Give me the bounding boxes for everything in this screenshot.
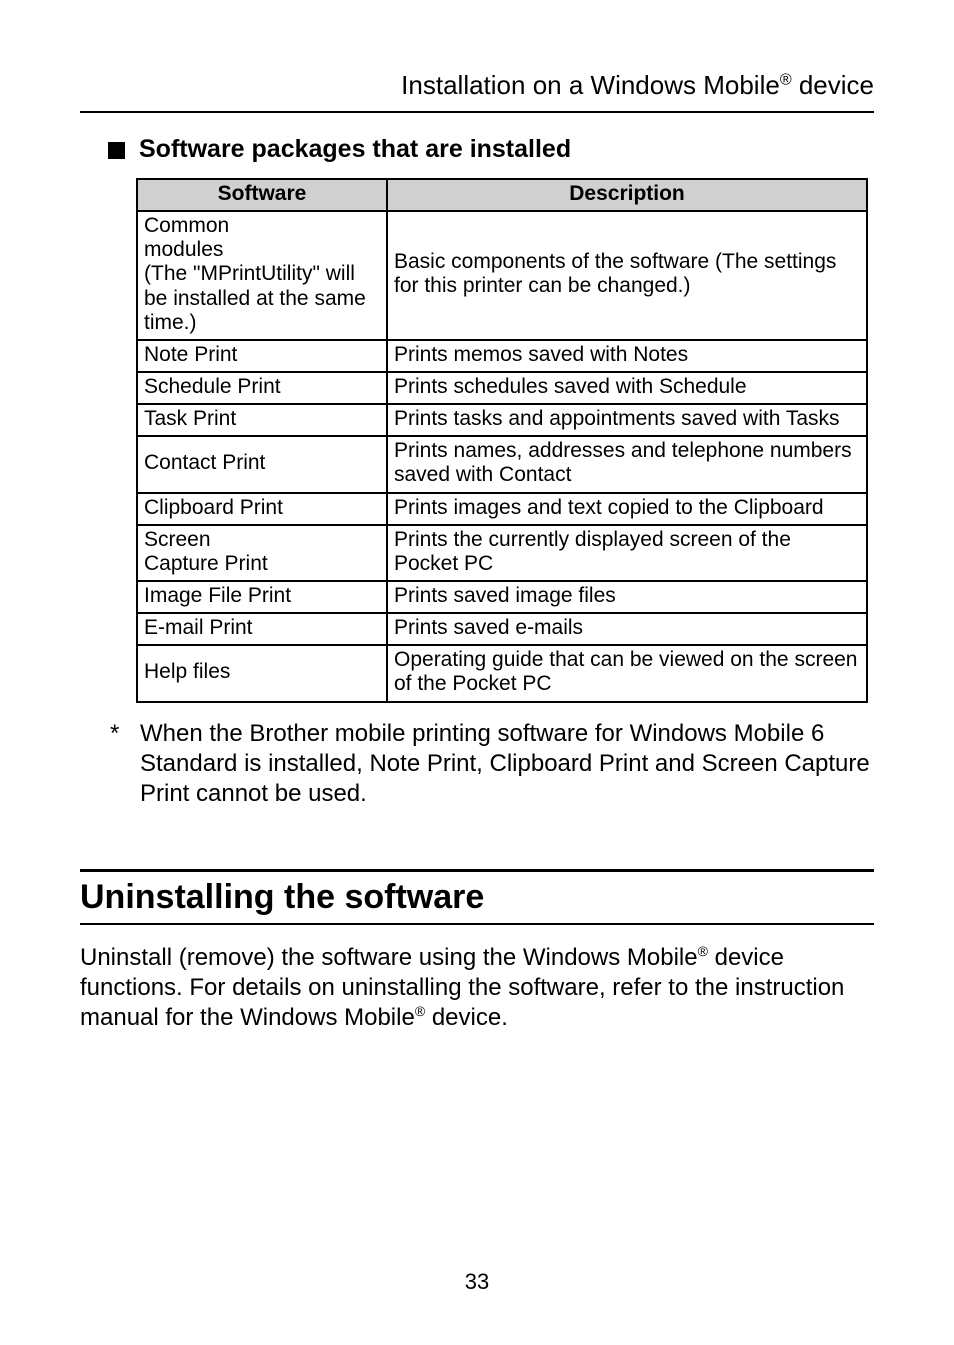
cell-software: E-mail Print (137, 613, 387, 645)
col-header-description: Description (387, 179, 867, 211)
page-container: Installation on a Windows Mobile® device… (0, 0, 954, 1345)
subheading-text: Software packages that are installed (139, 135, 571, 164)
cell-description: Prints schedules saved with Schedule (387, 372, 867, 404)
cell-software: Help files (137, 645, 387, 701)
table-row: E-mail Print Prints saved e-mails (137, 613, 867, 645)
table-row: Schedule Print Prints schedules saved wi… (137, 372, 867, 404)
cell-description: Prints names, addresses and telephone nu… (387, 436, 867, 492)
table-header-row: Software Description (137, 179, 867, 211)
subheading-row: Software packages that are installed (108, 135, 874, 164)
cell-software: Note Print (137, 340, 387, 372)
cell-software: Screen Capture Print (137, 525, 387, 581)
cell-software: Common modules (The "MPrintUtility" will… (137, 211, 387, 340)
para-part1: Uninstall (remove) the software using th… (80, 944, 698, 971)
para-sup2: ® (415, 1003, 425, 1019)
cell-description: Prints tasks and appointments saved with… (387, 404, 867, 436)
bullet-square-icon (108, 142, 125, 159)
para-sup1: ® (698, 943, 708, 959)
table-row: Image File Print Prints saved image file… (137, 581, 867, 613)
cell-software: Contact Print (137, 436, 387, 492)
cell-description: Basic components of the software (The se… (387, 211, 867, 340)
footnote: * When the Brother mobile printing softw… (110, 719, 874, 809)
cell-software: Task Print (137, 404, 387, 436)
header-sup: ® (780, 71, 792, 88)
table-row: Clipboard Print Prints images and text c… (137, 493, 867, 525)
table-row: Screen Capture Print Prints the currentl… (137, 525, 867, 581)
cell-description: Prints saved e-mails (387, 613, 867, 645)
cell-description: Prints the currently displayed screen of… (387, 525, 867, 581)
table-row: Contact Print Prints names, addresses an… (137, 436, 867, 492)
footnote-marker: * (110, 719, 128, 809)
cell-software: Clipboard Print (137, 493, 387, 525)
cell-description: Prints saved image files (387, 581, 867, 613)
col-header-software: Software (137, 179, 387, 211)
section-title: Uninstalling the software (80, 878, 874, 917)
body-paragraph: Uninstall (remove) the software using th… (80, 943, 874, 1033)
cell-software: Image File Print (137, 581, 387, 613)
cell-description: Operating guide that can be viewed on th… (387, 645, 867, 701)
section-rule-bottom (80, 923, 874, 925)
table-row: Common modules (The "MPrintUtility" will… (137, 211, 867, 340)
footnote-text: When the Brother mobile printing softwar… (140, 719, 874, 809)
cell-description: Prints memos saved with Notes (387, 340, 867, 372)
para-part3: device. (425, 1004, 508, 1031)
software-table: Software Description Common modules (The… (136, 178, 868, 703)
cell-description: Prints images and text copied to the Cli… (387, 493, 867, 525)
running-header: Installation on a Windows Mobile® device (80, 70, 874, 101)
section-rule-top (80, 869, 874, 872)
header-prefix: Installation on a Windows Mobile (401, 70, 780, 100)
table-row: Help files Operating guide that can be v… (137, 645, 867, 701)
page-number: 33 (0, 1269, 954, 1295)
cell-software: Schedule Print (137, 372, 387, 404)
table-row: Note Print Prints memos saved with Notes (137, 340, 867, 372)
header-rule (80, 111, 874, 113)
header-suffix: device (792, 70, 874, 100)
table-row: Task Print Prints tasks and appointments… (137, 404, 867, 436)
